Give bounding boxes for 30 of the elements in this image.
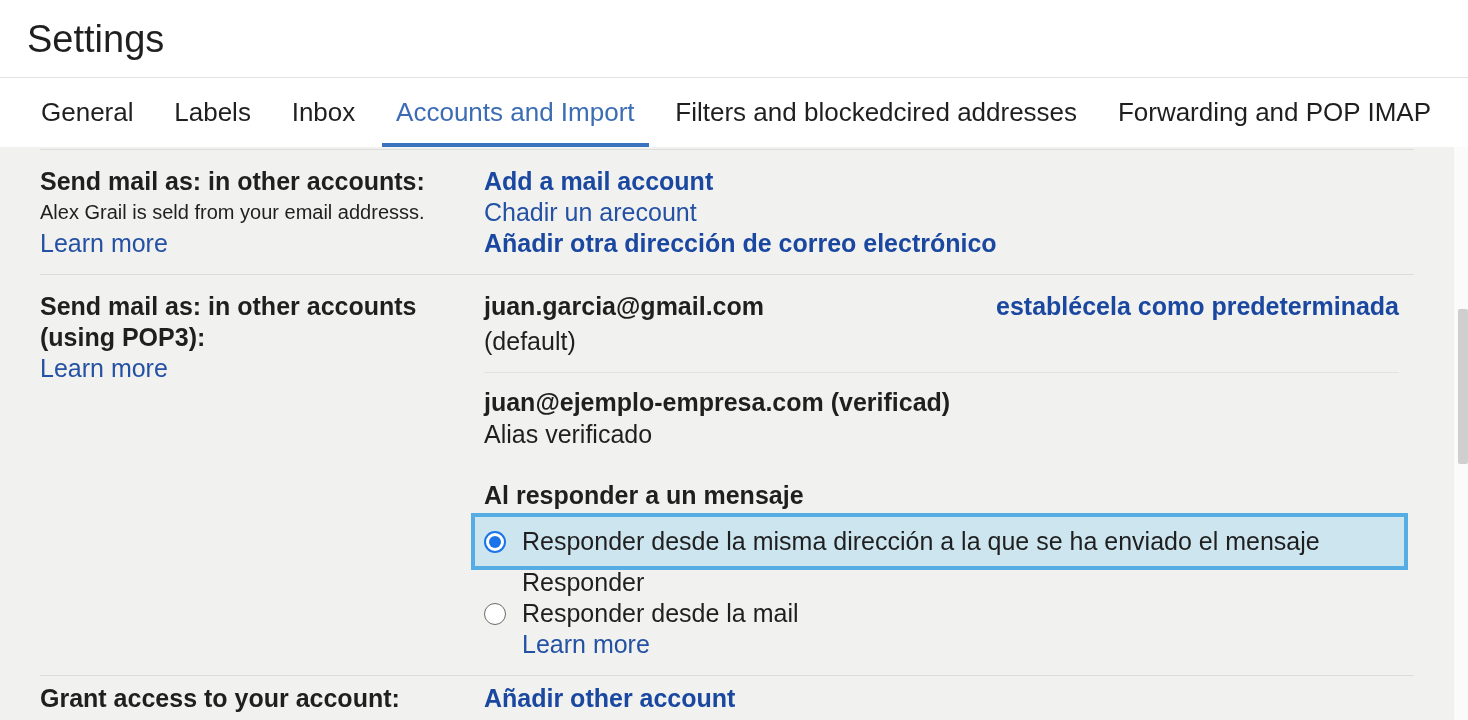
address-note: Alias verificado [484, 419, 653, 450]
learn-more-link[interactable]: Learn more [40, 353, 168, 384]
page-title: Settings [27, 16, 165, 61]
set-default-link[interactable]: establécela como predeterminada [996, 291, 1399, 322]
tab[interactable]: Labels [160, 78, 265, 147]
scrollbar-thumb[interactable] [1458, 309, 1468, 464]
learn-more-link[interactable]: Learn more [522, 629, 650, 660]
radio-label: Responder desde la misma dirección a la que se ha enviado el mensaje [522, 526, 1320, 557]
tab[interactable]: Filters and blockedcired addresses [661, 78, 1092, 147]
tab[interactable]: Forwarding and POP IMAP [1103, 78, 1445, 147]
learn-more-link[interactable]: Learn more [40, 228, 168, 259]
radio-button[interactable] [484, 602, 506, 625]
radio-button[interactable] [484, 530, 506, 553]
reply-heading: Al responder a un mensaje [484, 480, 804, 511]
tab[interactable]: General [27, 78, 148, 147]
email-address: juan.garcia@gmail.com [484, 291, 765, 322]
radio-label: Responder desde la mail [522, 598, 799, 629]
section-label: Send mail as: in other accounts: [40, 166, 425, 197]
action-link[interactable]: Chadir un arecount [484, 197, 697, 228]
action-link[interactable]: Add a mail account [484, 166, 714, 197]
tab[interactable]: Inbox [277, 78, 370, 147]
action-link[interactable]: Añadir other account [484, 683, 736, 714]
section-label: Send mail as: in other accounts (using POP3): [40, 291, 418, 353]
section-description: Alex Grail is seld from your email addresss. [40, 200, 425, 225]
section-label: Grant access to your account: [40, 683, 400, 714]
radio-sublabel: Responder [522, 570, 645, 594]
highlighted-option[interactable]: Responder desde la misma dirección a la que se ha enviado el mensaje [471, 513, 1408, 570]
action-link[interactable]: Añadir otra dirección de correo electrónico [484, 228, 997, 259]
address-note: (default) [484, 326, 576, 357]
email-address: juan@ejemplo-empresa.com (verificad) [484, 387, 951, 418]
